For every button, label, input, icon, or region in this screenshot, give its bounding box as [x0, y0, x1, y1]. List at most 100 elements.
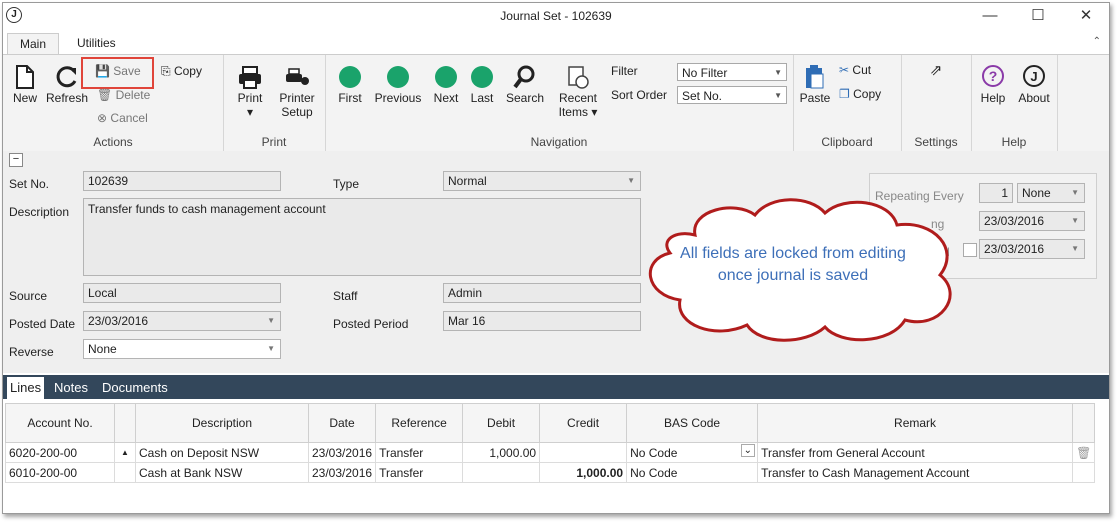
posted-date-field[interactable]: 23/03/2016 ▼	[83, 311, 281, 331]
row-delete-icon[interactable]: 🗑	[1072, 442, 1096, 463]
help-group-label: Help	[1001, 135, 1027, 149]
printer-setup-button[interactable]: Printer Setup	[275, 63, 319, 119]
reverse-select[interactable]: None ▼	[83, 339, 281, 359]
clipboard-copy-label: Copy	[853, 87, 882, 101]
cell-account[interactable]: 6020-200-00	[5, 442, 115, 463]
bas-code-value: No Code	[630, 445, 678, 460]
bas-dropdown-icon[interactable]: ⌄	[740, 444, 756, 457]
ribbon: New Refresh 💾 Save ⎘ Copy 🗑 Delete ⊗ Can…	[3, 54, 1109, 152]
reverse-label: Reverse	[9, 345, 54, 359]
navigation-group-label: Navigation	[530, 135, 588, 149]
staff-field[interactable]: Admin	[443, 283, 641, 303]
cell-remark[interactable]: Transfer to Cash Management Account	[757, 462, 1074, 483]
print-button[interactable]: Print ▾	[233, 63, 267, 119]
maximize-button[interactable]: ☐	[1015, 5, 1061, 29]
cell-credit[interactable]: 1,000.00	[539, 462, 628, 483]
cell-delete	[1072, 462, 1096, 483]
col-debit[interactable]: Debit	[462, 403, 541, 443]
last-label: Last	[470, 91, 494, 105]
table-row[interactable]: 6010-200-00 Cash at Bank NSW 23/03/2016 …	[5, 462, 1096, 483]
paste-button[interactable]: Paste	[797, 63, 833, 105]
col-reference[interactable]: Reference	[375, 403, 464, 443]
ending-date-field[interactable]: 23/03/2016 ▼	[979, 239, 1085, 259]
sort-order-label: Sort Order	[611, 88, 668, 102]
col-account-no[interactable]: Account No.	[5, 403, 115, 443]
col-date[interactable]: Date	[307, 403, 377, 443]
source-field[interactable]: Local	[83, 283, 281, 303]
next-button[interactable]: Next	[429, 63, 463, 105]
cell-selector	[114, 462, 136, 483]
cell-reference[interactable]: Transfer	[375, 442, 464, 463]
copy-icon: ⎘	[161, 64, 171, 78]
print-dropdown-icon[interactable]: ▾	[247, 105, 253, 119]
svg-text:J: J	[1030, 69, 1037, 84]
sort-dropdown-icon: ▼	[774, 91, 782, 100]
set-no-field[interactable]: 102639	[83, 171, 281, 191]
help-label: Help	[980, 91, 1006, 105]
col-remark[interactable]: Remark	[757, 403, 1074, 443]
filter-select[interactable]: No Filter ▼	[677, 63, 787, 81]
print-group-label: Print	[261, 135, 287, 149]
tab-lines[interactable]: Lines	[7, 377, 45, 399]
first-button[interactable]: First	[333, 63, 367, 105]
type-dropdown-icon: ▼	[627, 176, 635, 185]
cell-account[interactable]: 6010-200-00	[5, 462, 115, 483]
collapse-ribbon-icon[interactable]: ⌃	[1093, 36, 1101, 47]
recent-items-button[interactable]: Recent Items ▾	[555, 63, 601, 119]
delete-button[interactable]: 🗑 Delete	[97, 88, 150, 102]
cell-description[interactable]: Cash at Bank NSW	[135, 462, 309, 483]
col-description[interactable]: Description	[135, 403, 309, 443]
search-button[interactable]: Search	[503, 63, 547, 105]
cut-button[interactable]: ✂ Cut	[839, 63, 871, 77]
save-label: Save	[113, 64, 141, 78]
about-button[interactable]: J About	[1015, 63, 1053, 105]
next-label: Next	[433, 91, 459, 105]
description-field[interactable]: Transfer funds to cash management accoun…	[83, 198, 641, 276]
row-expand-icon[interactable]: ▲	[114, 442, 136, 463]
save-button[interactable]: 💾 Save	[95, 64, 141, 78]
print-group: Print ▾ Printer Setup Print	[223, 55, 326, 151]
cell-date[interactable]: 23/03/2016	[307, 442, 377, 463]
tab-main[interactable]: Main	[7, 33, 60, 55]
cell-credit[interactable]	[539, 442, 628, 463]
posted-period-field[interactable]: Mar 16	[443, 311, 641, 331]
cell-bas-code[interactable]: No Code ⌄	[626, 442, 759, 463]
previous-icon	[387, 66, 409, 88]
help-button[interactable]: ? Help	[977, 63, 1009, 105]
previous-button[interactable]: Previous	[371, 63, 425, 105]
share-settings-button[interactable]: ⇗	[923, 61, 949, 79]
cell-reference[interactable]: Transfer	[375, 462, 464, 483]
tab-notes[interactable]: Notes	[51, 377, 91, 399]
ribbon-tabs: Main Utilities	[3, 33, 1109, 55]
cell-debit[interactable]: 1,000.00	[462, 442, 541, 463]
sort-order-value: Set No.	[682, 89, 723, 103]
actions-group: New Refresh 💾 Save ⎘ Copy 🗑 Delete ⊗ Can…	[3, 55, 224, 151]
repeating-unit-select[interactable]: None ▼	[1017, 183, 1085, 203]
cell-debit[interactable]	[462, 462, 541, 483]
about-label: About	[1018, 91, 1050, 105]
cell-description[interactable]: Cash on Deposit NSW	[135, 442, 309, 463]
col-credit[interactable]: Credit	[539, 403, 628, 443]
refresh-label: Refresh	[45, 91, 89, 105]
type-select[interactable]: Normal ▼	[443, 171, 641, 191]
cell-remark[interactable]: Transfer from General Account	[757, 442, 1074, 463]
cancel-button[interactable]: ⊗ Cancel	[97, 111, 148, 125]
close-button[interactable]: ✕	[1063, 5, 1109, 29]
minimize-button[interactable]: —	[967, 5, 1013, 29]
cell-date[interactable]: 23/03/2016	[307, 462, 377, 483]
tab-utilities[interactable]: Utilities	[65, 33, 128, 54]
collapse-form-button[interactable]: −	[9, 153, 23, 167]
new-button[interactable]: New	[9, 63, 41, 105]
starting-date-field[interactable]: 23/03/2016 ▼	[979, 211, 1085, 231]
search-icon	[513, 65, 535, 89]
cell-bas-code[interactable]: No Code	[626, 462, 759, 483]
last-button[interactable]: Last	[467, 63, 497, 105]
copy-record-button[interactable]: ⎘ Copy	[161, 64, 202, 79]
type-value: Normal	[448, 174, 487, 188]
clipboard-copy-button[interactable]: ❐ Copy	[839, 87, 881, 101]
table-row[interactable]: 6020-200-00 ▲ Cash on Deposit NSW 23/03/…	[5, 442, 1096, 463]
col-bas-code[interactable]: BAS Code	[626, 403, 759, 443]
repeating-count-field[interactable]: 1	[979, 183, 1013, 203]
sort-order-select[interactable]: Set No. ▼	[677, 86, 787, 104]
tab-documents[interactable]: Documents	[99, 377, 171, 399]
